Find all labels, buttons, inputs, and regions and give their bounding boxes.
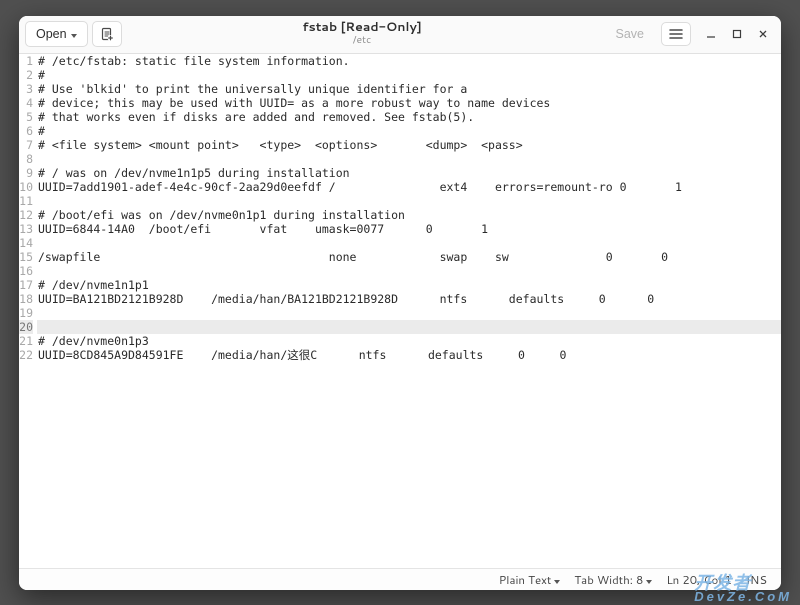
code-line[interactable]: # [37, 124, 781, 138]
syntax-selector[interactable]: Plain Text [499, 571, 561, 588]
code-line[interactable]: # device; this may be used with UUID= as… [37, 96, 781, 110]
window-controls [703, 26, 771, 42]
chevron-down-icon [71, 27, 77, 41]
line-number: 18 [19, 292, 33, 306]
line-number: 22 [19, 348, 33, 362]
code-line[interactable] [37, 152, 781, 166]
tab-width-selector[interactable]: Tab Width: 8 [574, 571, 652, 588]
code-line[interactable]: # /boot/efi was on /dev/nvme0n1p1 during… [37, 208, 781, 222]
line-number: 13 [19, 222, 33, 236]
minimize-icon [706, 29, 716, 39]
editor-window: Open fstab [Read-Only] /etc Save [19, 16, 781, 590]
new-document-button[interactable] [92, 21, 122, 47]
line-number-gutter: 12345678910111213141516171819202122 [19, 54, 37, 568]
code-line[interactable] [37, 236, 781, 250]
close-button[interactable] [755, 26, 771, 42]
line-number: 3 [19, 82, 33, 96]
line-number: 1 [19, 54, 33, 68]
line-number: 8 [19, 152, 33, 166]
open-button-label: Open [36, 27, 67, 41]
code-line[interactable]: UUID=6844-14A0 /boot/efi vfat umask=0077… [37, 222, 781, 236]
code-line[interactable]: # / was on /dev/nvme1n1p5 during install… [37, 166, 781, 180]
title-area: fstab [Read-Only] /etc [126, 21, 599, 46]
code-line[interactable]: UUID=BA121BD2121B928D /media/han/BA121BD… [37, 292, 781, 306]
code-line[interactable]: # /dev/nvme0n1p3 [37, 334, 781, 348]
line-number: 19 [19, 306, 33, 320]
code-line[interactable]: UUID=8CD845A9D84591FE /media/han/这很C ntf… [37, 348, 781, 362]
tab-width-value: 8 [636, 571, 643, 588]
code-line[interactable]: # Use 'blkid' to print the universally u… [37, 82, 781, 96]
open-button[interactable]: Open [25, 21, 88, 47]
line-number: 2 [19, 68, 33, 82]
line-number: 17 [19, 278, 33, 292]
code-line[interactable]: UUID=7add1901-adef-4e4c-90cf-2aa29d0eefd… [37, 180, 781, 194]
line-number: 14 [19, 236, 33, 250]
cursor-position[interactable]: Ln 20, Col 1 [666, 571, 732, 588]
insert-mode[interactable]: INS [746, 571, 767, 588]
code-line[interactable] [37, 264, 781, 278]
code-line[interactable] [37, 320, 781, 334]
line-number: 11 [19, 194, 33, 208]
line-number: 15 [19, 250, 33, 264]
titlebar: Open fstab [Read-Only] /etc Save [19, 16, 781, 54]
new-document-icon [100, 27, 114, 41]
line-number: 7 [19, 138, 33, 152]
line-number: 10 [19, 180, 33, 194]
line-number: 9 [19, 166, 33, 180]
editor-area[interactable]: 12345678910111213141516171819202122 # /e… [19, 54, 781, 568]
code-line[interactable]: # /dev/nvme1n1p1 [37, 278, 781, 292]
code-line[interactable]: # [37, 68, 781, 82]
line-number: 6 [19, 124, 33, 138]
code-content[interactable]: # /etc/fstab: static file system informa… [37, 54, 781, 568]
tab-width-label: Tab Width: [574, 571, 633, 588]
window-subtitle: /etc [126, 35, 599, 47]
menu-button[interactable] [661, 22, 691, 46]
code-line[interactable] [37, 194, 781, 208]
line-number: 21 [19, 334, 33, 348]
minimize-button[interactable] [703, 26, 719, 42]
watermark-line2: DevZe.CoM [694, 591, 792, 603]
chevron-down-icon [646, 571, 652, 588]
line-number: 4 [19, 96, 33, 110]
close-icon [758, 29, 768, 39]
syntax-label: Plain Text [499, 571, 552, 588]
code-line[interactable]: # that works even if disks are added and… [37, 110, 781, 124]
hamburger-icon [669, 28, 683, 40]
line-number: 12 [19, 208, 33, 222]
line-number: 20 [19, 320, 33, 334]
line-number: 5 [19, 110, 33, 124]
save-button: Save [603, 21, 658, 47]
line-number: 16 [19, 264, 33, 278]
code-line[interactable]: # /etc/fstab: static file system informa… [37, 54, 781, 68]
statusbar: Plain Text Tab Width: 8 Ln 20, Col 1 INS [19, 568, 781, 590]
chevron-down-icon [554, 571, 560, 588]
maximize-button[interactable] [729, 26, 745, 42]
maximize-icon [732, 29, 742, 39]
code-line[interactable]: /swapfile none swap sw 0 0 [37, 250, 781, 264]
code-line[interactable]: # <file system> <mount point> <type> <op… [37, 138, 781, 152]
code-line[interactable] [37, 306, 781, 320]
